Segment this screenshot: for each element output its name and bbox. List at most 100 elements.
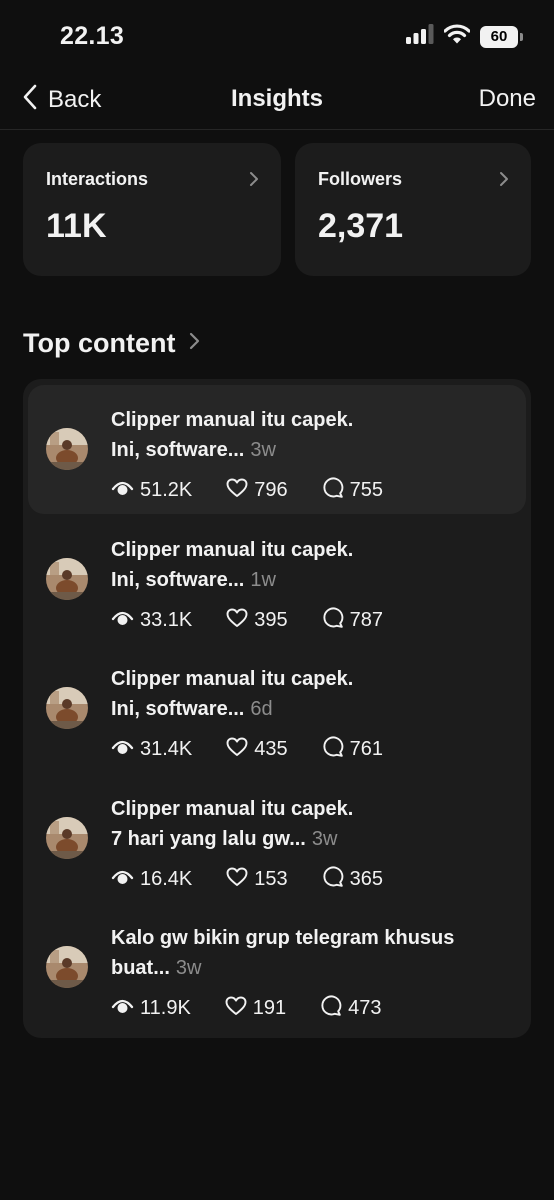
post-age: 3w [311,828,338,850]
navigation-bar: Back Insights Done [0,72,554,130]
post-line: Ini, software... [111,439,245,461]
post-preview: Clipper manual itu capek. Ini, software.… [111,535,511,595]
likes-metric: 395 [226,608,288,634]
views-metric: 11.9K [111,997,191,1021]
eye-icon [111,738,134,762]
post-preview: Clipper manual itu capek. Ini, software.… [111,664,511,724]
replies-count: 755 [349,479,384,501]
post-preview: Kalo gw bikin grup telegram khusus buat.… [111,923,511,983]
replies-metric: 473 [320,995,382,1022]
post-line: buat... [111,957,170,979]
replies-metric: 755 [322,477,383,504]
eye-icon [111,609,134,633]
likes-metric: 191 [225,996,286,1022]
likes-count: 191 [252,997,287,1019]
post-metrics: 31.4K 435 761 [111,736,417,763]
battery-icon: 60 [480,25,523,48]
avatar [46,946,88,988]
post-line: Clipper manual itu capek. [111,798,354,820]
likes-count: 153 [254,868,288,890]
post-age: 1w [250,569,276,591]
views-count: 16.4K [140,868,193,890]
replies-count: 473 [348,997,382,1019]
comment-bubble-icon [320,995,342,1022]
replies-metric: 761 [322,736,383,763]
post-line: 7 hari yang lalu gw... [111,828,306,850]
avatar [46,817,88,859]
replies-count: 787 [349,609,384,631]
comment-bubble-icon [322,477,344,504]
eye-icon [111,997,134,1021]
likes-count: 796 [254,479,288,501]
page-title: Insights [230,85,323,112]
content-item[interactable]: Kalo gw bikin grup telegram khusus buat.… [28,903,526,1032]
heart-icon [226,608,248,634]
chevron-right-icon [249,171,259,192]
likes-count: 395 [254,609,288,631]
heart-icon [226,478,248,504]
status-indicators: 60 [406,24,523,49]
stat-value: 2,371 [318,207,404,245]
views-metric: 16.4K [111,868,192,892]
replies-count: 761 [349,738,384,760]
post-metrics: 51.2K 796 755 [111,477,417,504]
avatar [46,428,88,470]
post-age: 3w [175,957,202,979]
post-preview: Clipper manual itu capek. 7 hari yang la… [111,794,511,854]
stat-value: 11K [46,207,107,245]
likes-metric: 153 [226,867,288,893]
likes-count: 435 [254,738,288,760]
post-line: Kalo gw bikin grup telegram khusus [111,927,455,949]
avatar [46,687,88,729]
post-line: Ini, software... [111,698,245,720]
heart-icon [226,737,248,763]
insights-screen: 22.13 60 Back Insights Done Interactions… [0,0,554,1200]
views-count: 51.2K [140,479,193,501]
post-preview: Clipper manual itu capek. Ini, software.… [111,405,511,465]
interactions-card[interactable]: Interactions 11K [23,143,281,276]
post-line: Clipper manual itu capek. [111,539,354,561]
stat-label: Followers [318,169,403,189]
views-count: 31.4K [140,738,193,760]
done-button[interactable]: Done [479,85,536,113]
top-content-heading[interactable]: Top content [23,328,200,359]
wifi-icon [443,24,471,49]
heart-icon [226,867,248,893]
content-item[interactable]: Clipper manual itu capek. Ini, software.… [28,515,526,644]
comment-bubble-icon [322,866,344,893]
post-metrics: 33.1K 395 787 [111,607,417,634]
cellular-signal-icon [406,24,434,49]
likes-metric: 796 [226,478,288,504]
views-metric: 33.1K [111,609,192,633]
content-item[interactable]: Clipper manual itu capek. Ini, software.… [28,644,526,773]
views-count: 33.1K [140,609,193,631]
post-age: 6d [250,698,273,720]
comment-bubble-icon [322,736,344,763]
comment-bubble-icon [322,607,344,634]
post-metrics: 11.9K 191 473 [111,995,416,1022]
content-item[interactable]: Clipper manual itu capek. 7 hari yang la… [28,774,526,903]
status-bar: 22.13 60 [0,0,554,72]
avatar [46,558,88,600]
eye-icon [111,479,134,503]
post-line: Clipper manual itu capek. [111,409,354,431]
views-metric: 51.2K [111,479,192,503]
views-count: 11.9K [140,997,191,1019]
followers-card[interactable]: Followers 2,371 [295,143,531,276]
replies-count: 365 [349,868,384,890]
content-item[interactable]: Clipper manual itu capek. Ini, software.… [28,385,526,514]
chevron-right-icon [189,332,200,355]
post-line: Ini, software... [111,569,245,591]
views-metric: 31.4K [111,738,192,762]
post-line: Clipper manual itu capek. [111,668,354,690]
post-age: 3w [250,439,276,461]
stat-label: Interactions [46,169,149,189]
top-content-list: Clipper manual itu capek. Ini, software.… [23,379,531,1038]
section-title: Top content [23,328,176,358]
replies-metric: 365 [322,866,383,893]
post-metrics: 16.4K 153 365 [111,866,417,893]
heart-icon [225,996,247,1022]
likes-metric: 435 [226,737,288,763]
chevron-right-icon [499,171,509,192]
eye-icon [111,868,134,892]
